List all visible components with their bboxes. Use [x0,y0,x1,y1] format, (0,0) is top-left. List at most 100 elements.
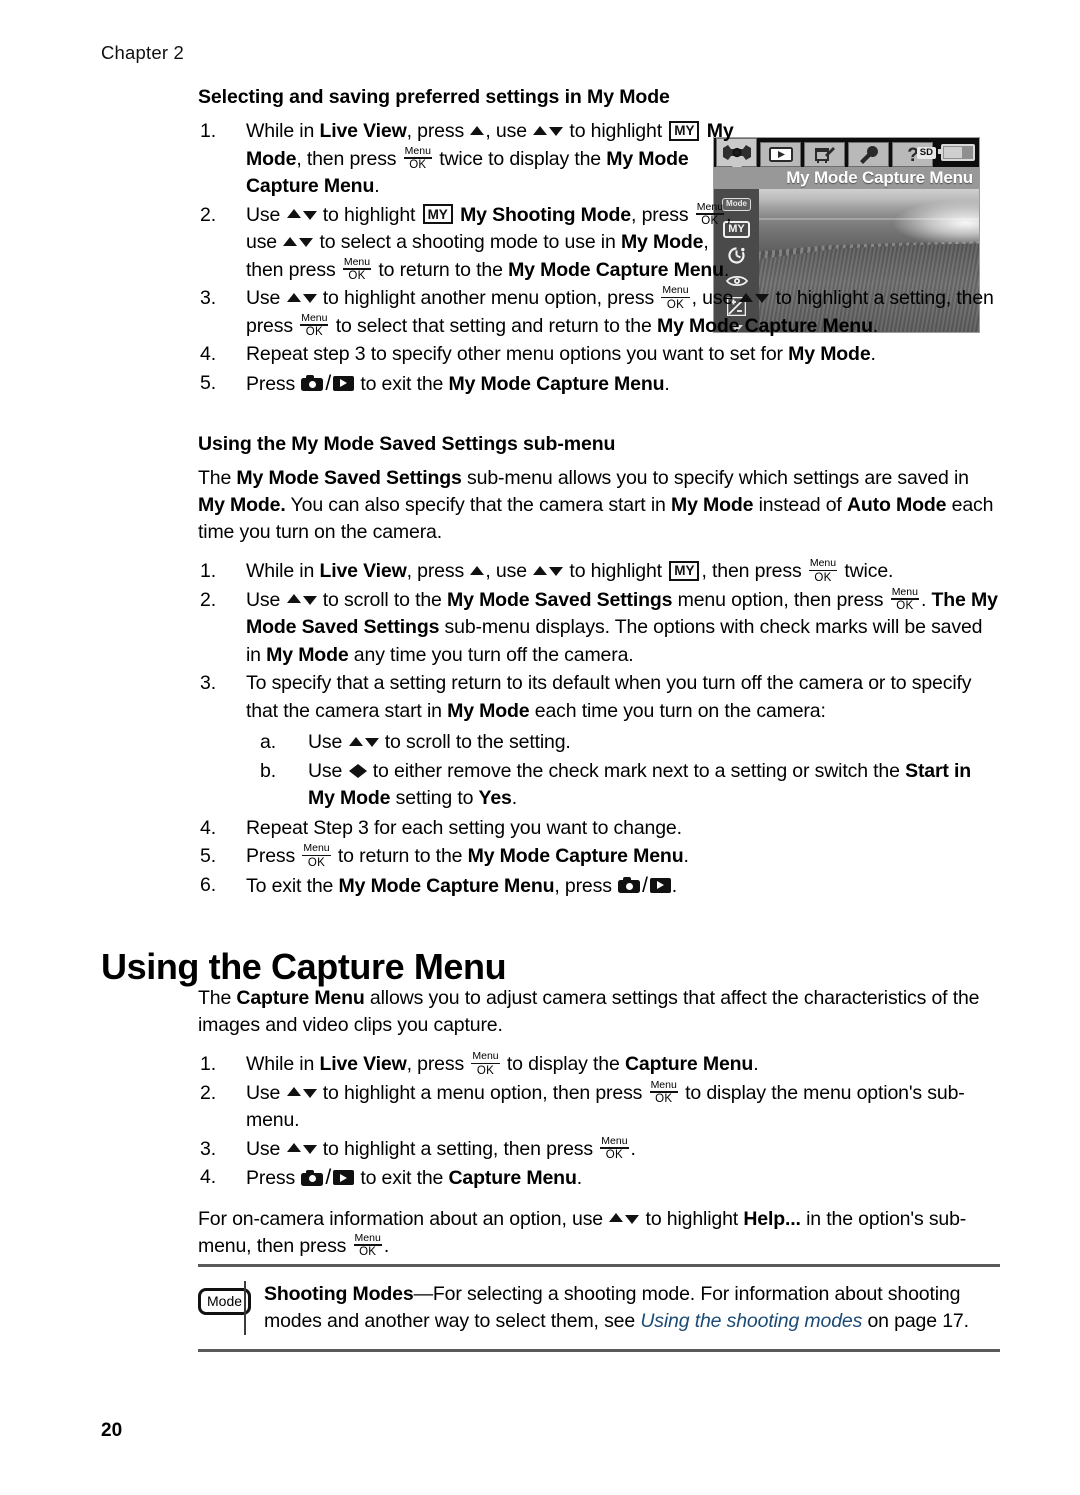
list-item: 4. Repeat step 3 to specify other menu o… [198,341,1000,369]
menu-ok-key-icon: Menu OK [808,557,838,584]
step-text: Use to highlight a setting, then press M… [246,1134,636,1162]
up-arrow-icon [286,209,301,219]
step-text: Use to highlight a menu option, then pre… [246,1078,965,1131]
section1-heading: Selecting and saving preferred settings … [198,86,670,108]
page-title: Using the Capture Menu [101,946,507,987]
list-item: 1. While in Live View, press , use to hi… [198,558,1000,586]
list-item: b. Use to either remove the check mark n… [246,758,1000,813]
list-item: 6. To exit the My Mode Capture Menu, pre… [198,872,1000,901]
menu-ok-key-icon: Menu OK [342,255,372,283]
up-arrow-icon [470,565,485,575]
up-arrow-icon [739,292,754,302]
up-arrow-icon [286,1087,301,1097]
step-number: 2. [200,1081,216,1104]
step-number: 3. [200,1137,216,1160]
page-content: Selecting and saving preferred settings … [198,86,1000,1272]
up-arrow-icon [609,1213,624,1223]
up-arrow-icon [533,125,548,135]
note-icon-cell: Mode [198,1281,252,1315]
section3-steps: 1. While in Live View, press Menu OK to d… [198,1051,1000,1193]
down-arrow-icon [299,238,314,248]
my-mode-badge-icon: MY [669,560,700,581]
step-number: 1. [200,1053,216,1075]
section2-intro: The My Mode Saved Settings sub-menu allo… [198,467,994,543]
list-item: a. Use to scroll to the setting. [246,729,1000,757]
down-arrow-icon [302,1088,317,1098]
list-item: 3. Use to highlight a setting, then pres… [198,1134,1000,1164]
list-item: 2. Use to highlight a menu option, then … [198,1078,1000,1135]
page-number: 20 [101,1420,123,1441]
up-arrow-icon [533,565,548,575]
section2-heading: Using the My Mode Saved Settings sub-men… [198,433,616,455]
step-number: 1. [200,120,216,142]
menu-ok-key-icon: Menu OK [695,200,725,228]
step-number: 2. [200,203,216,226]
down-arrow-icon [302,210,317,220]
section3-outro: For on-camera information about an optio… [198,1207,967,1259]
list-item: 2. Use to scroll to the My Mode Saved Se… [198,585,1000,670]
list-item: 2. Use to highlight MY My Shooting Mode,… [198,200,743,285]
section3-intro: The Capture Menu allows you to adjust ca… [198,987,980,1036]
menu-ok-key-icon: Menu OK [600,1134,629,1162]
menu-ok-key-icon: Menu OK [403,144,432,172]
section1-steps-continued: 3. Use to highlight another menu option,… [198,285,1000,398]
step-text: Press Menu OK to return to the My Mode Ca… [246,842,689,869]
step-text: Repeat Step 3 for each setting you want … [246,816,682,839]
step-number: 5. [200,371,216,394]
list-item: 1. While in Live View, press , use to hi… [198,118,743,201]
up-arrow-icon [286,594,301,604]
list-item: 3. To specify that a setting return to i… [198,670,1000,813]
list-item: 3. Use to highlight another menu option,… [198,285,1000,340]
step-text: Press / to exit the Capture Menu. [246,1166,582,1189]
step-number: 6. [200,873,216,896]
note-divider [244,1281,246,1335]
menu-ok-key-icon: Menu OK [353,1231,382,1259]
step-number: 4. [200,816,216,839]
list-item: 4. Repeat Step 3 for each setting you wa… [198,815,1000,843]
step-number: 2. [200,588,216,611]
step-text: While in Live View, press , use to highl… [246,120,734,197]
menu-ok-key-icon: Menu OK [890,585,919,613]
up-arrow-icon [286,1143,301,1153]
list-item: 4. Press / to exit the Capture Menu. [198,1164,1000,1193]
substep-text: Use to either remove the check mark next… [308,759,972,810]
menu-ok-key-icon: Menu OK [302,842,331,869]
up-arrow-icon [286,292,301,302]
substep-letter: b. [260,759,276,782]
camera-button-icon [301,1169,324,1186]
cross-reference-link[interactable]: Using the shooting modes [640,1310,862,1332]
step-number: 1. [200,560,216,582]
menu-ok-key-icon: Menu OK [661,284,690,311]
step-number: 3. [200,672,216,694]
note-box: Mode Shooting Modes—For selecting a shoo… [198,1264,1000,1352]
step-text: To specify that a setting return to its … [246,672,972,722]
left-arrow-icon [348,763,358,778]
list-item: 5. Press Menu OK to return to the My Mode… [198,843,1000,871]
step-number: 5. [200,845,216,867]
step-text: Use to highlight MY My Shooting Mode, pr… [246,200,732,283]
section2-substeps: a. Use to scroll to the setting. b. Use … [246,729,1000,813]
step-number: 3. [200,287,216,309]
list-item: 1. While in Live View, press Menu OK to d… [198,1051,1000,1079]
my-mode-badge-icon: MY [422,204,453,225]
down-arrow-icon [755,294,770,304]
step-number: 4. [200,1166,216,1188]
step-text: Press / to exit the My Mode Capture Menu… [246,371,670,395]
step-text: Use to scroll to the My Mode Saved Setti… [246,585,998,666]
substep-text: Use to scroll to the setting. [308,731,571,753]
up-arrow-icon [283,236,298,246]
step-number: 4. [200,343,216,365]
section1-steps: 1. While in Live View, press , use to hi… [198,118,1000,284]
step-text: Repeat step 3 to specify other menu opti… [246,343,876,365]
menu-ok-key-icon: Menu OK [471,1050,500,1077]
step-text: To exit the My Mode Capture Menu, press … [246,873,678,897]
manual-page: Chapter 2 ? SD My Mode Capture Menu Mode… [0,0,1080,1495]
chapter-label: Chapter 2 [101,42,185,63]
down-arrow-icon [549,567,564,577]
step-text: While in Live View, press Menu OK to disp… [246,1050,759,1077]
down-arrow-icon [302,595,317,605]
substep-letter: a. [260,731,276,753]
playback-button-icon [333,1170,355,1186]
list-item: 5. Press / to exit the My Mode Capture M… [198,370,1000,399]
up-arrow-icon [470,125,485,135]
